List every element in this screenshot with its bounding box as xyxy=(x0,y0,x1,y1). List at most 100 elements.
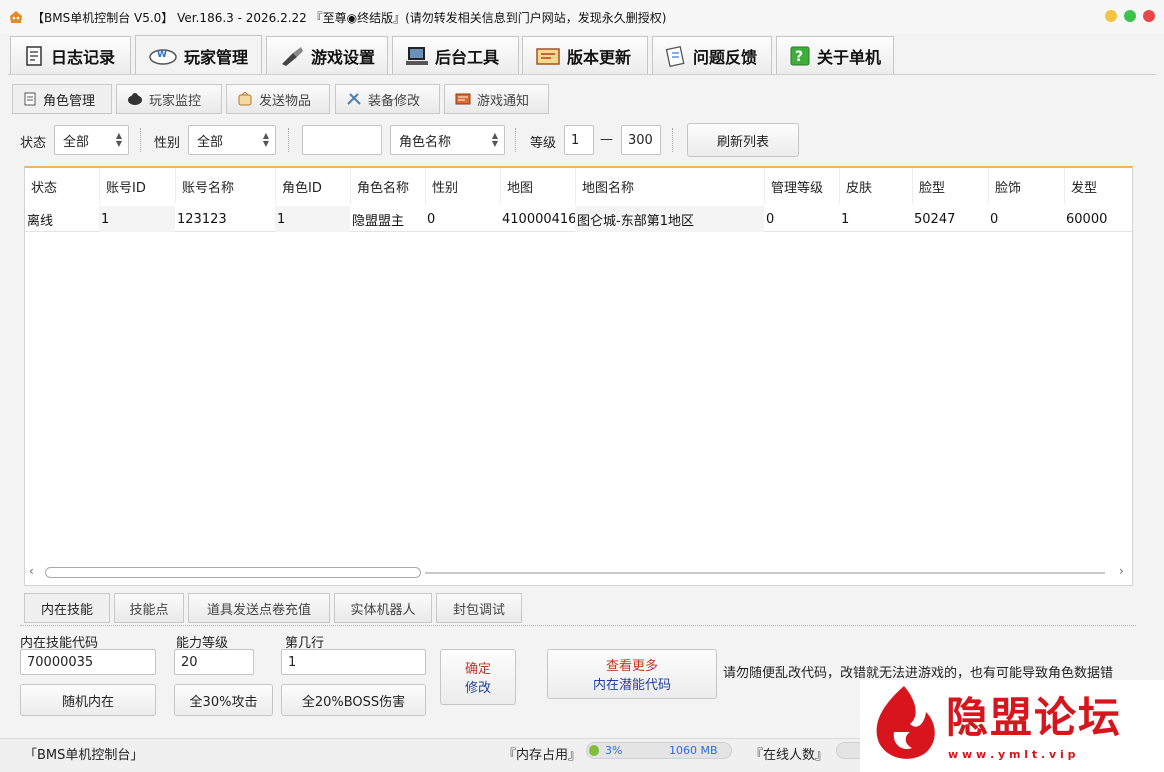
sub-tab-label: 游戏通知 xyxy=(477,93,530,109)
random-inner-button[interactable]: 随机内在 xyxy=(20,684,156,716)
player-manage-icon: W xyxy=(149,48,177,65)
bottom-tab-packet[interactable]: 封包调试 xyxy=(436,593,522,623)
watermark: 隐盟论坛 w w w . y m l t . v i p xyxy=(860,680,1164,772)
sub-tab-label: 装备修改 xyxy=(368,93,421,109)
status-filter-select[interactable]: 全部 ▲ ▼ xyxy=(54,125,129,155)
app-icon xyxy=(10,11,22,23)
memory-usage-label: 『内存占用』 xyxy=(503,748,582,763)
sub-tab-role[interactable]: 角色管理 xyxy=(12,84,112,114)
monitor-icon xyxy=(128,93,142,105)
view-more-codes-button[interactable]: 查看更多 内在潜能代码 xyxy=(547,649,717,699)
log-book-icon xyxy=(26,45,42,66)
level-filter-label: 等级 xyxy=(530,136,557,151)
level-min-input[interactable]: 1 xyxy=(564,125,594,155)
main-tab-update[interactable]: 版本更新 xyxy=(522,36,648,74)
watermark-url: w w w . y m l t . v i p xyxy=(948,748,1076,761)
game-settings-icon xyxy=(282,46,303,66)
online-count-label: 『在线人数』 xyxy=(750,748,829,763)
column-header[interactable]: 角色ID xyxy=(275,168,350,204)
row-number-input[interactable]: 1 xyxy=(281,649,426,675)
table-cell: 123123 xyxy=(177,211,227,227)
close-button[interactable] xyxy=(1143,10,1155,22)
spin-arrows-icon: ▲ ▼ xyxy=(491,131,498,148)
status-app-name: 「BMS单机控制台」 xyxy=(24,748,144,763)
role-table: 状态 账号ID 账号名称 角色ID 角色名称 性别 地图 地图名称 管理等级 皮… xyxy=(24,166,1133,586)
level-max-input[interactable]: 300 xyxy=(621,125,661,155)
confirm-modify-button[interactable]: 确定 修改 xyxy=(440,649,516,705)
main-tab-label: 后台工具 xyxy=(435,47,500,67)
sub-tab-notify[interactable]: 游戏通知 xyxy=(444,84,549,114)
memory-usage-fill xyxy=(589,745,599,756)
refresh-list-button[interactable]: 刷新列表 xyxy=(687,123,799,157)
table-cell: 1 xyxy=(275,206,350,232)
search-field-select[interactable]: 角色名称 ▲ ▼ xyxy=(390,125,505,155)
column-header[interactable]: 性别 xyxy=(425,168,500,204)
column-header[interactable]: 账号ID xyxy=(99,168,175,204)
minimize-button[interactable] xyxy=(1105,10,1117,22)
update-icon xyxy=(536,47,560,65)
ability-level-input[interactable]: 20 xyxy=(174,649,254,675)
sub-tab-equip[interactable]: 装备修改 xyxy=(335,84,440,114)
scrollbar-thumb[interactable] xyxy=(45,567,421,578)
warning-text: 请勿随便乱改代码，改错就无法进游戏的，也有可能导致角色数据错 xyxy=(723,666,1114,681)
column-header[interactable]: 账号名称 xyxy=(175,168,275,204)
all-20-boss-damage-button[interactable]: 全20%BOSS伤害 xyxy=(281,684,426,716)
modify-label: 修改 xyxy=(464,681,491,696)
main-tab-settings[interactable]: 游戏设置 xyxy=(266,36,388,74)
main-tab-feedback[interactable]: 问题反馈 xyxy=(652,36,772,74)
scroll-left-icon[interactable]: ‹ xyxy=(29,564,34,578)
divider xyxy=(288,128,289,152)
main-tab-divider xyxy=(8,74,1156,75)
main-tab-label: 关于单机 xyxy=(817,47,882,67)
status-filter-label: 状态 xyxy=(20,136,47,151)
bottom-tab-inner-skill[interactable]: 内在技能 xyxy=(24,593,110,623)
table-cell: 1 xyxy=(99,206,175,232)
bottom-tab-item-send[interactable]: 道具发送点卷充值 xyxy=(188,593,330,623)
scrollbar-track[interactable] xyxy=(425,572,1105,574)
table-cell: 0 xyxy=(990,211,999,227)
gender-filter-label: 性别 xyxy=(154,136,181,151)
column-header[interactable]: 状态 xyxy=(25,168,99,204)
sub-tab-label: 角色管理 xyxy=(43,93,96,109)
bottom-tab-robot[interactable]: 实体机器人 xyxy=(334,593,432,623)
memory-usage-bar: 3% 1060 MB xyxy=(586,742,732,759)
column-header[interactable]: 地图 xyxy=(500,168,575,204)
gender-filter-value: 全部 xyxy=(197,134,224,150)
column-header[interactable]: 发型 xyxy=(1064,168,1132,204)
column-header[interactable]: 脸型 xyxy=(912,168,988,204)
skill-code-input[interactable]: 70000035 xyxy=(20,649,156,675)
main-tab-log[interactable]: 日志记录 xyxy=(10,36,131,74)
column-header[interactable]: 角色名称 xyxy=(350,168,425,204)
flame-logo-icon xyxy=(876,686,935,759)
column-header[interactable]: 脸饰 xyxy=(988,168,1064,204)
table-cell: 410000416 xyxy=(502,211,577,227)
sub-tab-monitor[interactable]: 玩家监控 xyxy=(116,84,222,114)
item-icon xyxy=(238,92,252,106)
table-cell: 60000 xyxy=(1066,211,1108,227)
table-cell: 0 xyxy=(427,211,436,227)
all-30-attack-button[interactable]: 全30%攻击 xyxy=(174,684,273,716)
inner-potential-code-label: 内在潜能代码 xyxy=(592,678,671,693)
svg-text:?: ? xyxy=(795,49,803,65)
horizontal-scrollbar[interactable]: ‹ › xyxy=(25,562,1132,582)
spin-arrows-icon: ▲ ▼ xyxy=(115,131,122,148)
role-icon xyxy=(24,92,36,106)
notify-icon xyxy=(455,93,471,105)
main-tab-tools[interactable]: 后台工具 xyxy=(392,36,519,74)
gender-filter-select[interactable]: 全部 ▲ ▼ xyxy=(188,125,276,155)
table-cell: 图仑城-东部第1地区 xyxy=(575,206,764,232)
bottom-tab-divider xyxy=(20,625,1136,626)
scroll-right-icon[interactable]: › xyxy=(1119,564,1124,578)
column-header[interactable]: 管理等级 xyxy=(764,168,839,204)
table-cell: 离线 xyxy=(27,213,54,229)
maximize-button[interactable] xyxy=(1124,10,1136,22)
search-input[interactable] xyxy=(302,125,382,155)
column-header[interactable]: 皮肤 xyxy=(839,168,912,204)
table-cell: 1 xyxy=(841,211,850,227)
main-tab-about[interactable]: ? 关于单机 xyxy=(776,36,894,74)
column-header[interactable]: 地图名称 xyxy=(575,168,764,204)
sub-tab-items[interactable]: 发送物品 xyxy=(226,84,330,114)
main-tab-player[interactable]: W 玩家管理 xyxy=(135,35,262,75)
bottom-tab-skill-points[interactable]: 技能点 xyxy=(114,593,184,623)
feedback-icon xyxy=(665,45,685,67)
